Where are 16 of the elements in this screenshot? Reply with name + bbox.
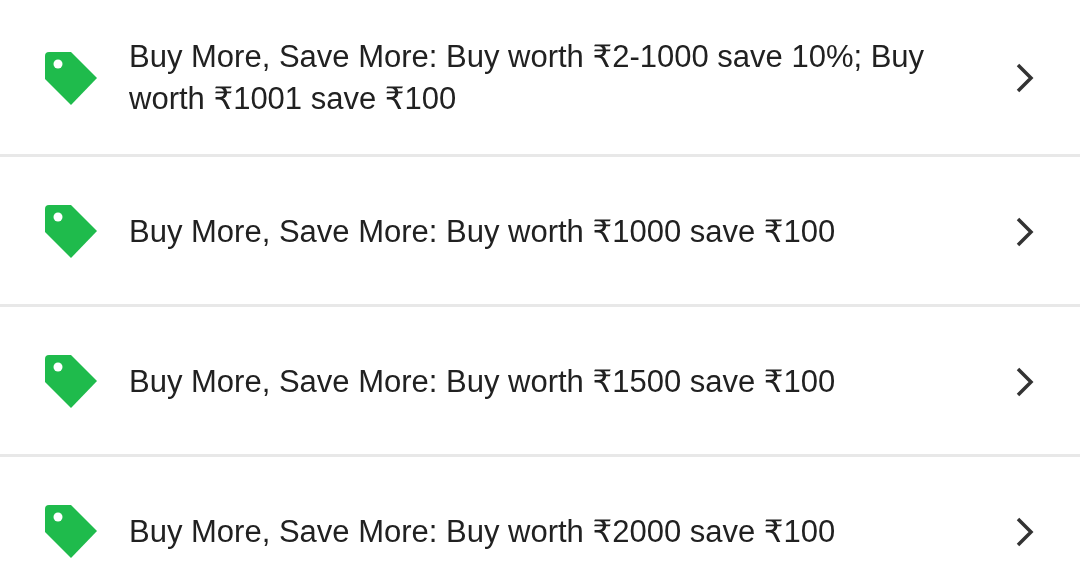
tag-icon [45,355,97,408]
tag-icon [45,51,97,105]
chevron-right-icon [1014,62,1036,94]
offer-text: Buy More, Save More: Buy worth ₹1500 save ₹100 [129,362,837,401]
tag-icon [45,505,97,558]
offer-row[interactable]: Buy More, Save More: Buy worth ₹1000 save ₹100 [0,157,1080,307]
offer-text: Buy More, Save More: Buy worth ₹2000 save ₹100 [129,512,837,551]
chevron-right-icon [1014,515,1036,548]
offer-row[interactable]: Buy More, Save More: Buy worth ₹1500 save ₹100 [0,307,1080,457]
offer-text: Buy More, Save More: Buy worth ₹1000 save ₹100 [129,212,837,251]
offer-row[interactable]: Buy More, Save More: Buy worth ₹2-1000 save 10%; Buy worth ₹1001 save ₹100 [0,0,1080,157]
chevron-right-icon [1014,215,1036,248]
tag-icon [45,205,97,258]
offer-text: Buy More, Save More: Buy worth ₹2-1000 save 10%; Buy worth ₹1001 save ₹100 [129,38,926,118]
chevron-right-icon [1014,365,1036,398]
offer-row[interactable]: Buy More, Save More: Buy worth ₹2000 save ₹100 [0,457,1080,567]
